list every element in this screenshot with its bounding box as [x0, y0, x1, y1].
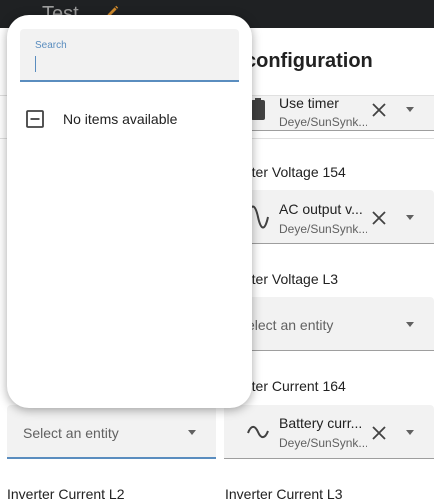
page-title: configuration [245, 50, 373, 72]
search-field[interactable]: Search [20, 29, 239, 82]
section-label: rter Voltage 154 [247, 164, 346, 180]
close-icon[interactable] [369, 423, 389, 443]
ac-wave-icon [247, 425, 269, 439]
section-label: rter Voltage L3 [247, 271, 339, 287]
entity-source: Deye/SunSynk... [279, 436, 367, 450]
entity-source: Deye/SunSynk... [279, 115, 367, 129]
arrow-down-icon[interactable] [406, 107, 414, 112]
arrow-down-icon[interactable] [406, 322, 414, 327]
arrow-down-icon[interactable] [406, 215, 414, 220]
section-label: Inverter Current L3 [225, 486, 343, 500]
close-icon[interactable] [369, 100, 389, 120]
empty-message: No items available [63, 111, 178, 127]
entity-name: Use timer [279, 95, 339, 111]
entity-field-use-timer[interactable]: Use timer Deye/SunSynk... [224, 95, 434, 131]
text-caret [35, 56, 36, 72]
entity-field-voltage-l3[interactable]: elect an entity [224, 297, 434, 351]
arrow-down-icon[interactable] [188, 430, 196, 435]
entity-placeholder: Select an entity [23, 425, 119, 441]
close-icon[interactable] [369, 208, 389, 228]
section-label: rter Current 164 [247, 378, 346, 394]
entity-name: Battery curr... [279, 415, 363, 431]
entity-placeholder: elect an entity [247, 317, 334, 333]
list-item: No items available [7, 103, 252, 135]
minus-box-icon [26, 110, 44, 128]
entity-field-battery-current[interactable]: Battery curr... Deye/SunSynk... [224, 405, 434, 459]
search-input[interactable] [35, 55, 225, 73]
entity-name: AC output v... [279, 201, 363, 217]
entity-source: Deye/SunSynk... [279, 222, 367, 236]
entity-field-left[interactable]: Select an entity [7, 405, 216, 459]
entity-field-ac-output-voltage[interactable]: AC output v... Deye/SunSynk... [224, 190, 434, 244]
section-label: Inverter Current L2 [7, 486, 125, 500]
arrow-down-icon[interactable] [406, 430, 414, 435]
entity-picker-dialog: Search No items available [7, 15, 252, 408]
search-label: Search [35, 40, 67, 51]
